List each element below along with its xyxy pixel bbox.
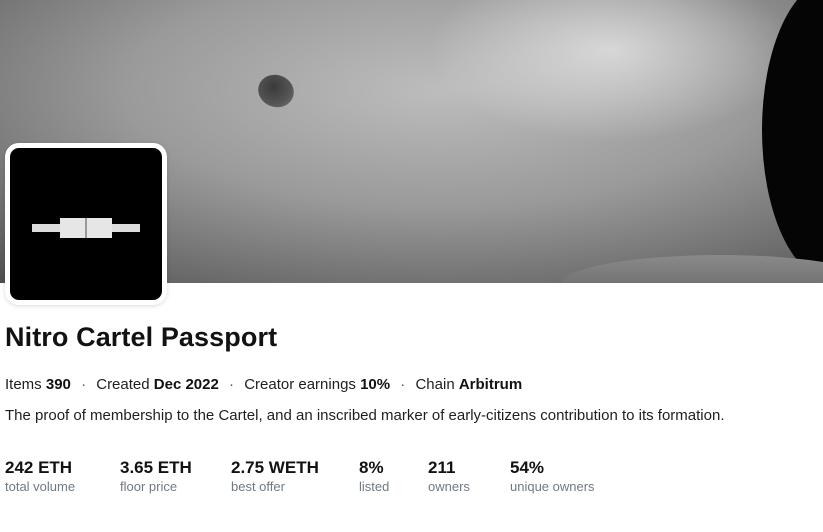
chain-value[interactable]: Arbitrum <box>459 376 522 393</box>
meta-separator: · <box>400 376 406 393</box>
banner-crater <box>253 69 299 113</box>
stat-value: 242 ETH <box>5 458 73 477</box>
stat-label: total volume <box>5 479 76 494</box>
stat-value: 2.75 WETH <box>231 458 319 477</box>
stat-label: owners <box>428 479 470 494</box>
stat-value: 3.65 ETH <box>120 458 192 477</box>
stat-value: 8% <box>359 458 384 477</box>
passport-logo-icon <box>32 218 140 238</box>
earnings-label: Creator earnings <box>244 376 356 393</box>
created-label: Created <box>96 376 150 393</box>
created-value: Dec 2022 <box>153 376 219 393</box>
stat-label: floor price <box>120 479 178 494</box>
collection-title: Nitro Cartel Passport <box>5 322 278 352</box>
stat-unique-owners[interactable]: 54% unique owners <box>510 458 595 495</box>
earnings-value: 10% <box>360 376 391 393</box>
items-value: 390 <box>45 376 71 393</box>
stat-label: listed <box>359 479 390 494</box>
stat-listed[interactable]: 8% listed <box>359 458 389 495</box>
stat-label: best offer <box>231 479 285 494</box>
stat-floor-price[interactable]: 3.65 ETH floor price <box>120 458 192 495</box>
meta-separator: · <box>81 376 87 393</box>
stat-best-offer[interactable]: 2.75 WETH best offer <box>231 458 319 495</box>
collection-description: The proof of membership to the Cartel, a… <box>5 407 725 424</box>
items-label: Items <box>5 376 42 393</box>
stat-value: 211 <box>428 458 456 477</box>
collection-avatar <box>5 143 167 305</box>
stat-owners[interactable]: 211 owners <box>428 458 470 495</box>
stat-label: unique owners <box>510 479 595 494</box>
stat-total-volume[interactable]: 242 ETH total volume <box>5 458 75 495</box>
banner-dark-shape <box>762 0 823 280</box>
chain-label: Chain <box>415 376 455 393</box>
collection-meta: Items 390 · Created Dec 2022 · Creator e… <box>5 376 522 393</box>
meta-separator: · <box>229 376 235 393</box>
stat-value: 54% <box>510 458 545 477</box>
banner-ground <box>560 255 823 283</box>
